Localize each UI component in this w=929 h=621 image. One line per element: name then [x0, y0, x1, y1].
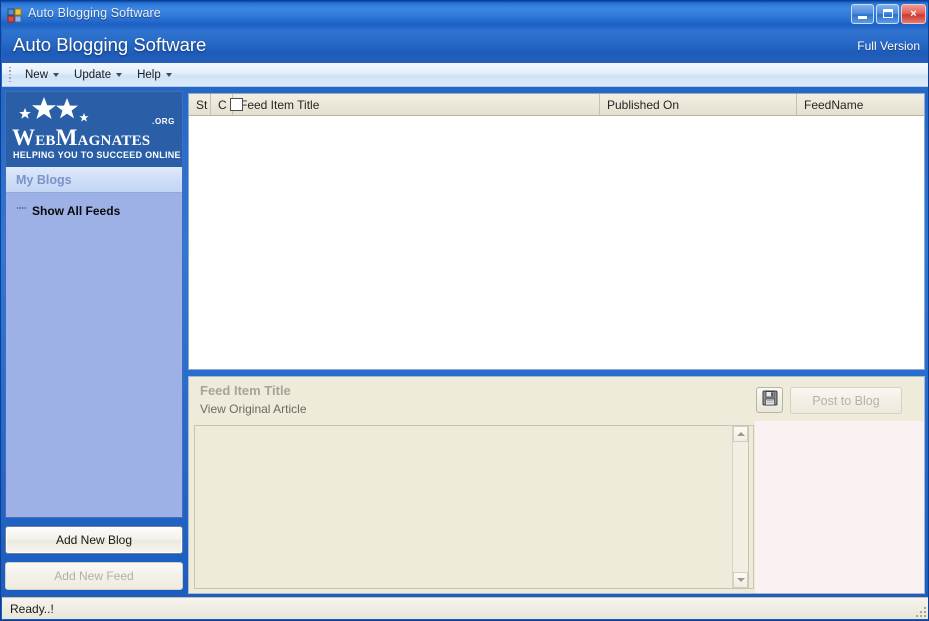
floppy-save-icon — [762, 390, 778, 411]
article-scrollbar[interactable] — [732, 425, 749, 589]
logo-brand: WebMagnates — [12, 125, 151, 150]
tree-node-show-all-feeds[interactable]: ‧‧‧‧ Show All Feeds — [6, 201, 182, 220]
blogs-tree: ‧‧‧‧ Show All Feeds — [6, 193, 182, 220]
app-icon — [7, 8, 23, 24]
detail-header: Feed Item Title View Original Article Po… — [189, 377, 924, 424]
menu-item-update-label: Update — [74, 68, 112, 81]
tree-node-label: Show All Feeds — [32, 203, 121, 218]
column-header-feedname-label: FeedName — [804, 97, 864, 112]
post-to-blog-button[interactable]: Post to Blog — [790, 387, 902, 414]
window-title: Auto Blogging Software — [28, 6, 161, 20]
feed-items-grid: St C Feed Item Title Published On FeedNa… — [188, 93, 925, 370]
status-text: Ready..! — [10, 601, 54, 616]
menu-item-help[interactable]: Help — [129, 66, 179, 84]
window-controls: × — [851, 4, 926, 24]
minimize-icon — [858, 16, 867, 19]
sidebar: .ORG WebMagnates HELPING YOU TO SUCCEED … — [5, 91, 183, 518]
column-header-c-label: C — [218, 97, 227, 112]
chevron-down-icon — [53, 72, 60, 77]
view-original-article-link[interactable]: View Original Article — [200, 402, 307, 416]
menu-item-update[interactable]: Update — [66, 66, 129, 84]
minimize-button[interactable] — [851, 4, 874, 24]
sidebar-group-label: My Blogs — [16, 172, 72, 187]
title-bar: Auto Blogging Software × — [1, 1, 928, 30]
maximize-button[interactable] — [876, 4, 899, 24]
menu-item-new[interactable]: New — [17, 66, 66, 84]
add-new-blog-button[interactable]: Add New Blog — [5, 526, 183, 554]
chevron-down-icon — [165, 72, 172, 77]
add-new-feed-label: Add New Feed — [54, 569, 134, 583]
chevron-up-icon — [736, 432, 745, 436]
column-header-status-label: St — [196, 97, 208, 112]
column-header-feed-item-title[interactable]: Feed Item Title — [233, 94, 600, 115]
select-all-checkbox[interactable] — [230, 98, 243, 111]
scroll-down-button[interactable] — [733, 572, 748, 588]
detail-side-panel — [755, 421, 924, 593]
add-new-feed-button[interactable]: Add New Feed — [5, 562, 183, 590]
close-icon: × — [910, 7, 917, 20]
menu-item-new-label: New — [25, 68, 49, 81]
edition-label: Full Version — [857, 39, 920, 53]
logo-domain: .ORG — [152, 117, 175, 126]
detail-title: Feed Item Title — [200, 383, 291, 398]
logo-tagline: HELPING YOU TO SUCCEED ONLINE — [13, 150, 181, 160]
menu-bar: New Update Help — [2, 63, 928, 87]
column-header-feedname[interactable]: FeedName — [797, 94, 924, 115]
webmagnates-logo: .ORG WebMagnates HELPING YOU TO SUCCEED … — [6, 92, 182, 167]
chevron-down-icon — [736, 578, 745, 582]
scroll-up-button[interactable] — [733, 426, 748, 442]
feed-item-detail-panel: Feed Item Title View Original Article Po… — [188, 376, 925, 594]
chevron-down-icon — [116, 72, 123, 77]
status-bar: Ready..! — [2, 597, 928, 619]
menu-grip-handle[interactable] — [5, 66, 14, 83]
post-to-blog-label: Post to Blog — [812, 393, 880, 408]
grid-header-row: St C Feed Item Title Published On FeedNa… — [189, 94, 924, 116]
column-header-published-on-label: Published On — [607, 97, 680, 112]
sidebar-group-my-blogs[interactable]: My Blogs — [6, 167, 182, 193]
column-header-status[interactable]: St — [189, 94, 211, 115]
column-header-published-on[interactable]: Published On — [600, 94, 797, 115]
add-new-blog-label: Add New Blog — [55, 533, 133, 547]
maximize-icon — [883, 9, 893, 18]
menu-item-help-label: Help — [137, 68, 161, 81]
resize-grip[interactable] — [912, 603, 926, 617]
save-button[interactable] — [756, 387, 783, 413]
app-banner: Auto Blogging Software Full Version — [2, 30, 928, 63]
article-content-textarea[interactable] — [194, 425, 754, 589]
application-window: Auto Blogging Software × Auto Blogging S… — [0, 0, 929, 621]
column-header-feed-item-title-label: Feed Item Title — [240, 97, 320, 112]
stars-icon — [16, 95, 96, 127]
banner-title: Auto Blogging Software — [13, 34, 207, 55]
tree-connector-icon: ‧‧‧‧ — [16, 202, 27, 215]
close-button[interactable]: × — [901, 4, 926, 24]
